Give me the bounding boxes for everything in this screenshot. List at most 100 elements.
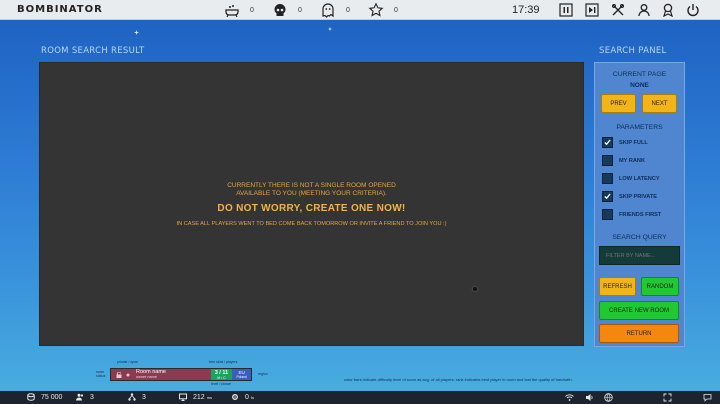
sparkle-icon xyxy=(328,27,332,31)
checkbox[interactable] xyxy=(602,209,613,220)
invite-friend-hint: IN CASE ALL PLAYERS WENT TO BED COME BAC… xyxy=(176,221,447,227)
top-bar: BOMBINATOR 0 0 0 0 17:39 xyxy=(0,0,720,20)
param-label: FRIENDS FIRST xyxy=(619,211,662,218)
stat-deaths: 0 xyxy=(320,2,350,18)
app-logo: BOMBINATOR xyxy=(17,4,103,15)
stat-deaths-value: 0 xyxy=(346,6,350,14)
param-label: MY RANK xyxy=(619,157,646,164)
random-button[interactable]: RANDOM xyxy=(641,277,679,296)
wifi-icon xyxy=(565,394,574,401)
no-rooms-message: CURRENTLY THERE IS NOT A SINGLE ROOM OPE… xyxy=(227,182,396,197)
param-skip-private[interactable]: SKIP PRIVATE xyxy=(602,191,657,202)
users-icon xyxy=(76,393,84,401)
star-icon xyxy=(368,2,384,17)
ping-value: 212 xyxy=(193,393,205,401)
search-panel: CURRENT PAGE NONE PREV NEXT PARAMETERS S… xyxy=(594,62,685,347)
checkbox[interactable] xyxy=(602,137,613,148)
bottom-status-bar: 75 000 3 3 212 ms 0 fs xyxy=(0,391,720,404)
parameters-label: PARAMETERS xyxy=(616,124,663,131)
return-button[interactable]: RETURN xyxy=(599,324,679,343)
coins-icon xyxy=(27,393,35,401)
legend-region: EU Poland xyxy=(232,369,251,380)
power-button[interactable] xyxy=(685,2,700,17)
prev-page-button[interactable]: PREV xyxy=(601,94,636,113)
legend-free-players: free slots / players xyxy=(209,360,238,364)
coins-value: 75 000 xyxy=(41,393,63,401)
param-label: SKIP FULL xyxy=(619,139,648,146)
create-room-button[interactable]: CREATE NEW ROOM xyxy=(599,301,679,320)
stat-stars-value: 0 xyxy=(394,6,398,14)
players-value: 3 xyxy=(90,393,94,401)
legend-owner-name: owner name xyxy=(136,374,157,379)
legend-region-sub: Poland xyxy=(236,375,247,379)
sparkle-icon xyxy=(134,30,139,35)
param-low-latency[interactable]: LOW LATENCY xyxy=(602,173,660,184)
stat-kills: 0 xyxy=(272,2,302,18)
param-friends-first[interactable]: FRIENDS FIRST xyxy=(602,209,661,220)
ghost-icon xyxy=(322,3,334,18)
stat-kills-value: 0 xyxy=(298,6,302,14)
fps-value: 0 xyxy=(245,393,249,401)
checkbox[interactable] xyxy=(602,191,613,202)
settings-button[interactable] xyxy=(610,2,625,17)
pause-icon xyxy=(558,2,573,17)
pause-button[interactable] xyxy=(558,2,573,17)
room-legend: private / open free slots / players room… xyxy=(96,359,276,387)
rooms-value: 3 xyxy=(142,393,146,401)
players-stat: 3 xyxy=(76,393,94,401)
legend-private-open: private / open xyxy=(117,360,139,364)
coins-stat: 75 000 xyxy=(27,393,62,401)
legend-note: color bars indicate difficulty level of … xyxy=(344,377,573,382)
language-icon xyxy=(604,393,613,402)
power-icon xyxy=(686,3,699,16)
ping-stat: 212 ms xyxy=(179,393,212,401)
legend-room-row: Room name owner name 3 / 11 M / C EU Pol… xyxy=(110,368,252,381)
rooms-stat: 3 xyxy=(128,393,146,401)
clock: 17:39 xyxy=(512,4,540,16)
legend-mode: M / C xyxy=(217,375,226,380)
network-icon xyxy=(128,393,136,401)
param-label: LOW LATENCY xyxy=(619,175,660,182)
bathtub-icon xyxy=(225,5,239,18)
rank-button[interactable] xyxy=(660,2,675,17)
skull-icon xyxy=(274,4,286,16)
next-page-button[interactable]: NEXT xyxy=(642,94,677,113)
stat-bath: 0 xyxy=(224,2,254,18)
unlock-icon xyxy=(116,371,122,378)
legend-region-label: region xyxy=(258,372,268,376)
legend-room-info: Room name owner name xyxy=(111,369,211,380)
exit-icon xyxy=(584,2,599,17)
checkbox[interactable] xyxy=(602,155,613,166)
search-panel-title: SEARCH PANEL xyxy=(599,46,667,56)
legend-room-status: room status xyxy=(96,370,106,378)
fps-unit: fs xyxy=(250,394,255,400)
exit-room-button[interactable] xyxy=(584,2,599,17)
status-dot-icon xyxy=(126,373,130,376)
fullscreen-icon[interactable] xyxy=(663,393,672,402)
search-query-label: SEARCH QUERY xyxy=(612,234,667,241)
legend-level-shown: level / shown xyxy=(211,382,232,386)
check-icon xyxy=(604,139,611,146)
profile-button[interactable] xyxy=(636,2,651,17)
cursor xyxy=(473,287,477,291)
param-skip-full[interactable]: SKIP FULL xyxy=(602,137,648,148)
search-query-input[interactable] xyxy=(599,246,680,265)
fps-stat: 0 fs xyxy=(231,393,254,401)
create-room-headline: DO NOT WORRY, CREATE ONE NOW! xyxy=(217,203,406,214)
refresh-button[interactable]: REFRESH xyxy=(599,277,636,296)
checkbox[interactable] xyxy=(602,173,613,184)
legend-slots: 3 / 11 M / C xyxy=(210,369,233,380)
param-my-rank[interactable]: MY RANK xyxy=(602,155,645,166)
room-list-area[interactable]: CURRENTLY THERE IS NOT A SINGLE ROOM OPE… xyxy=(39,62,584,346)
ribbon-icon xyxy=(662,3,673,17)
param-label: SKIP PRIVATE xyxy=(619,193,657,200)
user-icon xyxy=(637,3,650,16)
chat-icon[interactable] xyxy=(703,393,712,402)
tools-icon xyxy=(611,3,624,15)
current-page-label: CURRENT PAGE xyxy=(612,71,667,78)
stat-bath-value: 0 xyxy=(250,6,254,14)
stat-stars: 0 xyxy=(368,2,398,18)
speaker-icon xyxy=(586,394,593,401)
current-page-value: NONE xyxy=(630,82,649,89)
check-icon xyxy=(604,193,611,200)
